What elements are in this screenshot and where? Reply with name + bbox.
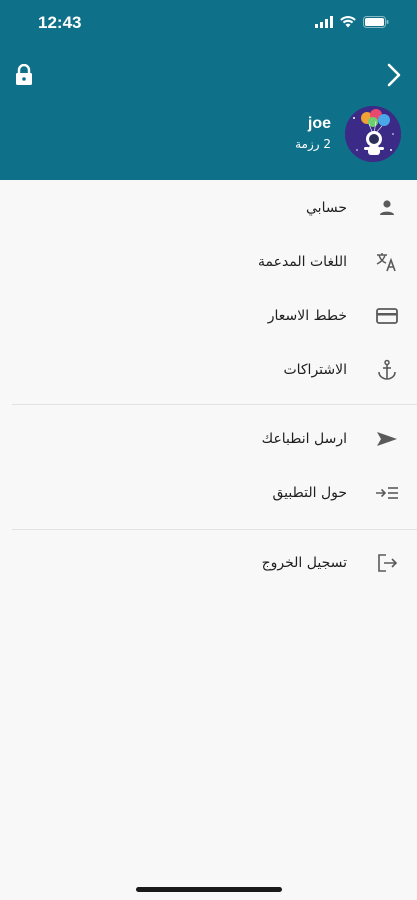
profile-username: joe xyxy=(307,115,331,132)
menu-label-subscriptions: الاشتراكات xyxy=(283,362,347,378)
menu-label-feedback: ارسل انطباعك xyxy=(261,431,347,447)
menu-label-account: حسابي xyxy=(306,200,347,216)
translate-icon xyxy=(375,250,399,274)
person-icon xyxy=(375,196,399,220)
lock-icon[interactable] xyxy=(14,64,34,86)
drawer-menu: حسابي اللغات المدعمة خطط الاسعار الاشترا… xyxy=(0,180,417,590)
home-indicator[interactable] xyxy=(136,887,282,892)
menu-item-about[interactable]: حول التطبيق xyxy=(0,466,417,520)
anchor-icon xyxy=(375,358,399,382)
menu-label-logout: تسجيل الخروج xyxy=(261,555,347,571)
status-bar: 12:43 xyxy=(0,0,417,48)
profile-text: joe 2 رزمة xyxy=(295,114,331,154)
menu-item-logout[interactable]: تسجيل الخروج xyxy=(0,536,417,590)
logout-icon xyxy=(375,551,399,575)
menu-item-subscriptions[interactable]: الاشتراكات xyxy=(0,343,417,397)
profile-block[interactable]: joe 2 رزمة xyxy=(295,106,401,162)
status-time: 12:43 xyxy=(38,13,82,32)
status-icons xyxy=(315,16,389,28)
menu-item-feedback[interactable]: ارسل انطباعك xyxy=(0,412,417,466)
menu-label-about: حول التطبيق xyxy=(272,485,348,501)
menu-divider xyxy=(12,404,417,405)
app-drawer: 12:43 joe 2 رزمة حسابي اللغات المدعمة خط… xyxy=(0,0,417,900)
send-icon xyxy=(375,427,399,451)
about-icon xyxy=(375,481,399,505)
menu-item-pricing[interactable]: خطط الاسعار xyxy=(0,289,417,343)
menu-label-languages: اللغات المدعمة xyxy=(258,254,347,270)
credit-card-icon xyxy=(375,304,399,328)
drawer-header: 12:43 joe 2 رزمة xyxy=(0,0,417,180)
astronaut-avatar[interactable] xyxy=(345,106,401,162)
profile-package: 2 رزمة xyxy=(295,137,331,151)
chevron-right-icon[interactable] xyxy=(385,62,403,88)
wifi-icon xyxy=(340,16,356,28)
menu-item-account[interactable]: حسابي xyxy=(0,181,417,235)
signal-icon xyxy=(315,16,333,28)
menu-item-languages[interactable]: اللغات المدعمة xyxy=(0,235,417,289)
menu-divider xyxy=(12,529,417,530)
battery-icon xyxy=(363,16,389,28)
avatar-image xyxy=(345,106,401,162)
menu-label-pricing: خطط الاسعار xyxy=(267,308,347,324)
